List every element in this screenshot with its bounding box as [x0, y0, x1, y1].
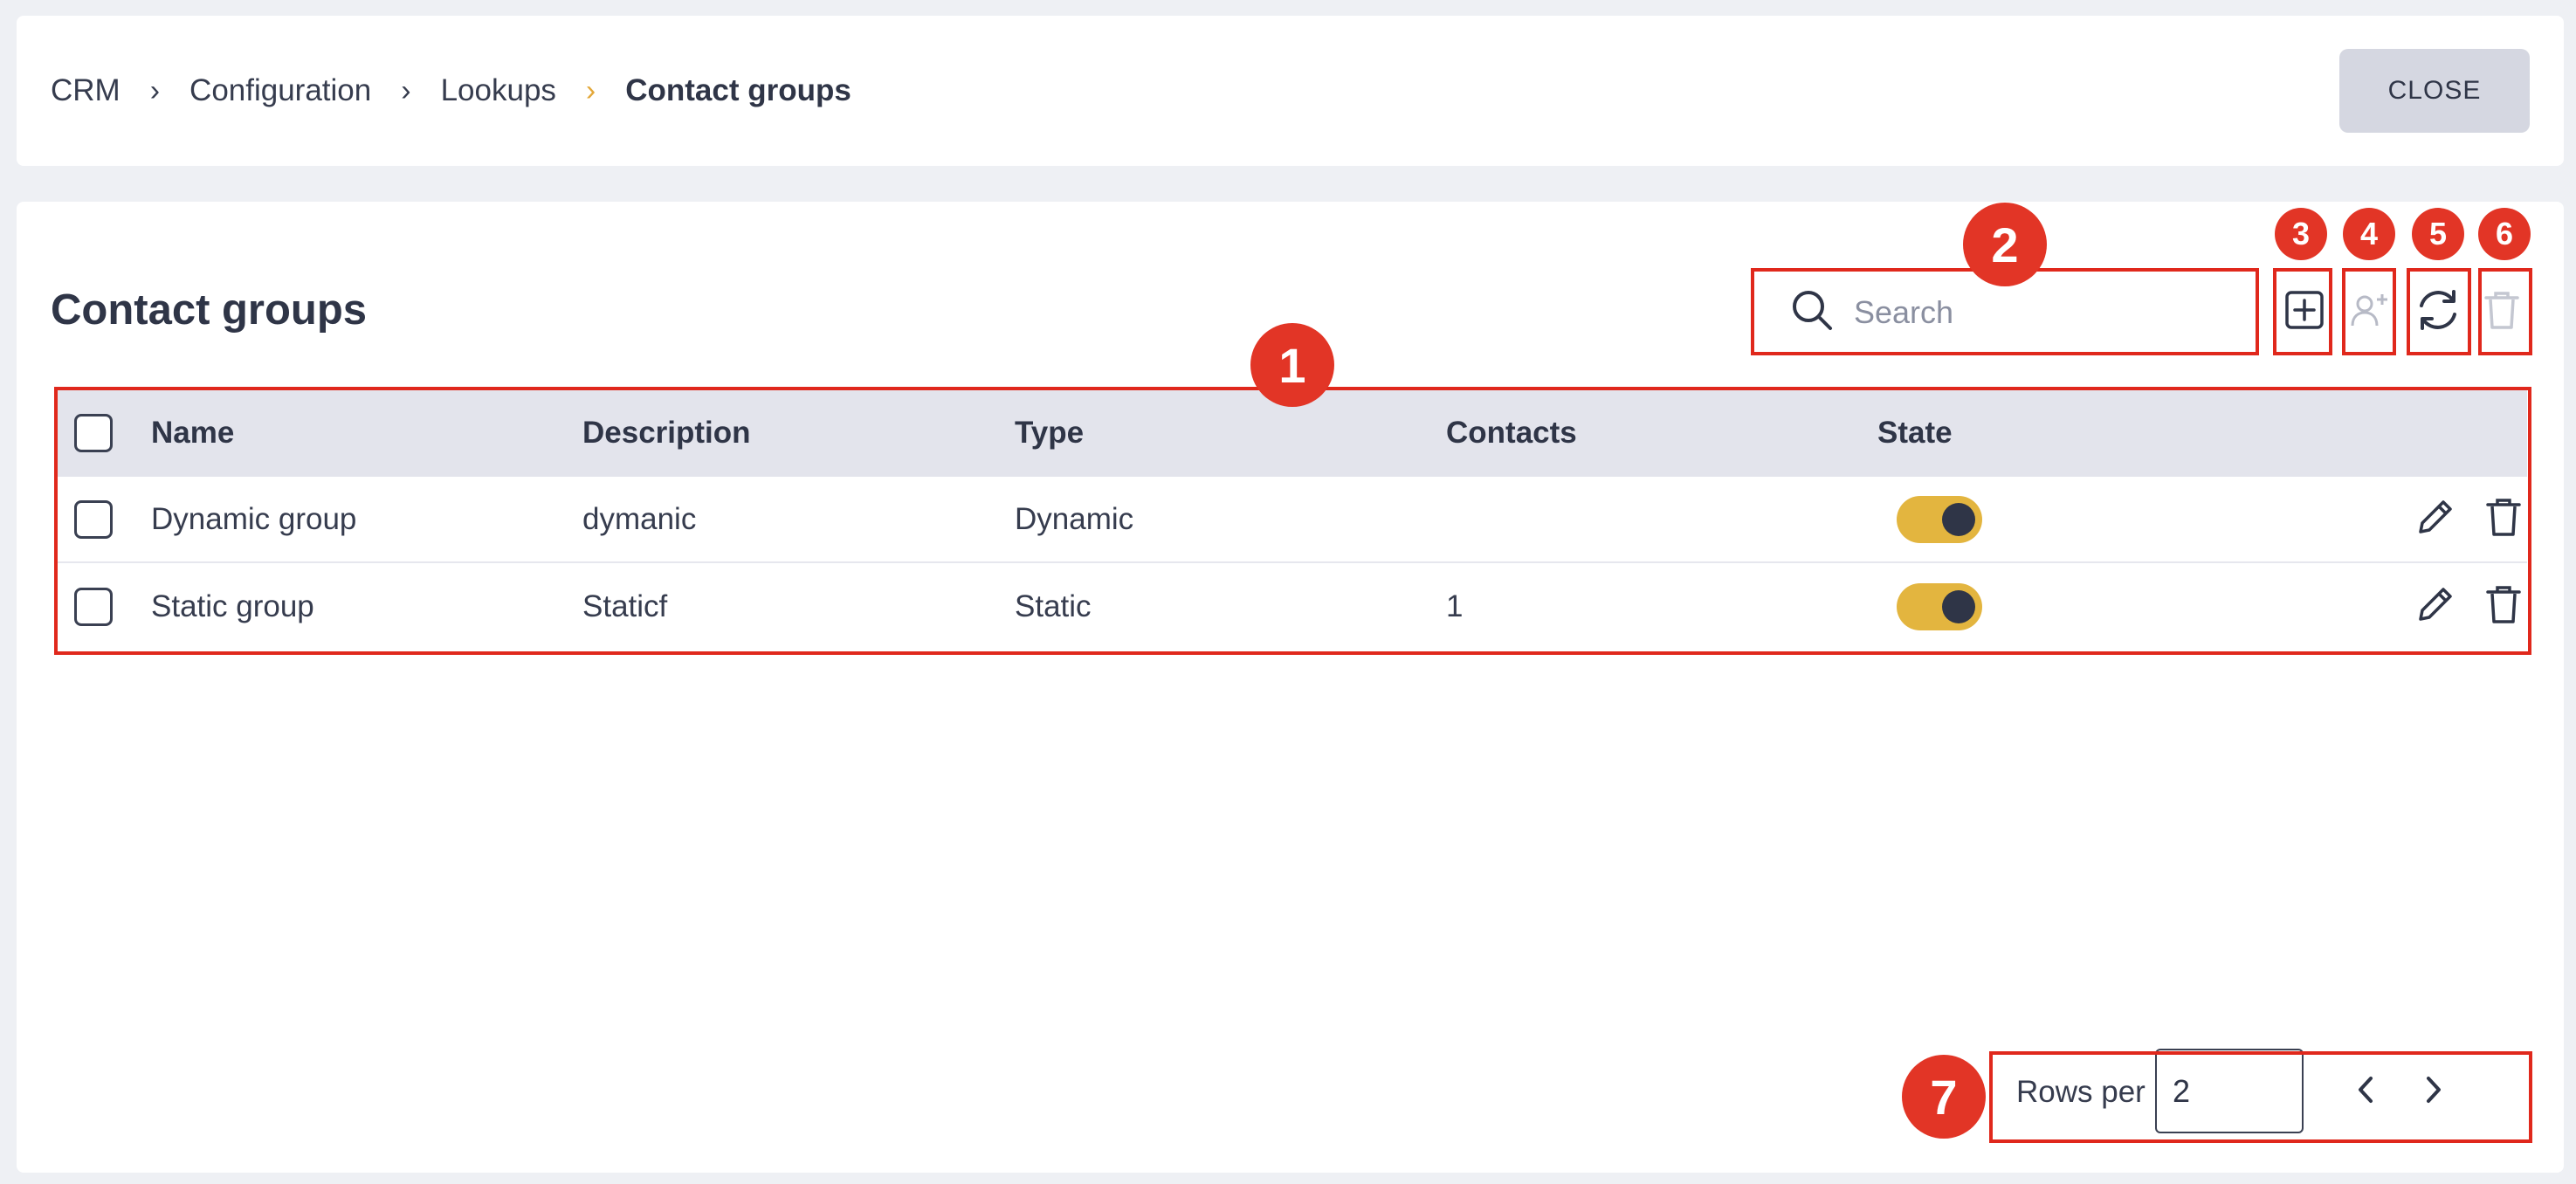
top-bar: CRM › Configuration › Lookups › Contact …	[17, 16, 2564, 166]
cell-name: Dynamic group	[151, 501, 357, 536]
refresh-icon	[2413, 285, 2463, 340]
delete-row-button[interactable]	[2477, 581, 2530, 633]
edit-button[interactable]	[2409, 493, 2462, 546]
toggle-knob	[1942, 502, 1975, 536]
page-title: Contact groups	[51, 286, 368, 334]
add-group-button[interactable]	[2276, 271, 2333, 354]
state-toggle[interactable]	[1897, 582, 1982, 630]
search-input[interactable]	[1854, 293, 2229, 331]
breadcrumb: CRM › Configuration › Lookups › Contact …	[51, 16, 851, 166]
delete-row-button[interactable]	[2477, 493, 2530, 546]
plus-square-icon	[2284, 290, 2325, 334]
pencil-icon	[2414, 582, 2457, 630]
next-page-button[interactable]	[2407, 1066, 2459, 1119]
cell-type: Dynamic	[1015, 501, 1134, 536]
table-row[interactable]: Static group Staticf Static 1	[56, 563, 2527, 650]
row-checkbox[interactable]	[74, 499, 113, 539]
annotation-marker-3: 3	[2275, 208, 2327, 260]
column-header-description[interactable]: Description	[582, 416, 751, 451]
trash-icon	[2483, 289, 2520, 335]
annotation-marker-7: 7	[1902, 1055, 1986, 1139]
edit-button[interactable]	[2409, 581, 2462, 633]
cell-contacts: 1	[1446, 589, 1464, 623]
annotation-marker-6: 6	[2478, 208, 2531, 260]
search-icon	[1770, 287, 1835, 337]
delete-selected-button[interactable]	[2477, 271, 2526, 354]
close-button[interactable]: CLOSE	[2339, 49, 2530, 133]
cell-type: Static	[1015, 589, 1092, 623]
refresh-button[interactable]	[2407, 271, 2469, 354]
column-header-name[interactable]: Name	[151, 416, 234, 451]
trash-icon	[2485, 496, 2522, 542]
table-row[interactable]: Dynamic group dymanic Dynamic	[56, 477, 2527, 563]
breadcrumb-lookups[interactable]: Lookups	[441, 73, 556, 108]
pagination: Rows per page:	[1989, 1049, 2526, 1135]
contact-groups-table: Name Description Type Contacts State Dyn…	[56, 389, 2527, 650]
cell-name: Static group	[151, 589, 314, 623]
rows-per-page-input[interactable]	[2155, 1049, 2304, 1133]
chevron-right-icon	[2420, 1074, 2446, 1110]
breadcrumb-separator: ›	[401, 73, 411, 107]
row-checkbox[interactable]	[74, 587, 113, 626]
pencil-icon	[2414, 495, 2457, 543]
breadcrumb-current: Contact groups	[625, 73, 851, 107]
add-contacts-button[interactable]	[2344, 271, 2396, 354]
cell-description: Staticf	[582, 589, 668, 623]
breadcrumb-configuration[interactable]: Configuration	[189, 73, 371, 108]
search-box[interactable]	[1770, 271, 2275, 354]
previous-page-button[interactable]	[2340, 1066, 2393, 1119]
annotation-marker-1: 1	[1250, 323, 1334, 407]
state-toggle[interactable]	[1897, 495, 1982, 543]
select-all-checkbox[interactable]	[74, 414, 113, 452]
annotation-marker-5: 5	[2412, 208, 2464, 260]
annotation-marker-2: 2	[1963, 203, 2047, 286]
breadcrumb-separator: ›	[149, 73, 161, 107]
breadcrumb-crm[interactable]: CRM	[51, 73, 121, 108]
column-header-state[interactable]: State	[1877, 416, 1953, 451]
toggle-knob	[1942, 589, 1975, 623]
cell-description: dymanic	[582, 501, 697, 536]
chevron-left-icon	[2353, 1074, 2380, 1110]
user-plus-icon	[2349, 289, 2391, 335]
column-header-type[interactable]: Type	[1015, 416, 1084, 451]
column-header-contacts[interactable]: Contacts	[1446, 416, 1577, 451]
breadcrumb-separator: ›	[585, 73, 596, 107]
annotation-marker-4: 4	[2343, 208, 2395, 260]
trash-icon	[2485, 583, 2522, 630]
